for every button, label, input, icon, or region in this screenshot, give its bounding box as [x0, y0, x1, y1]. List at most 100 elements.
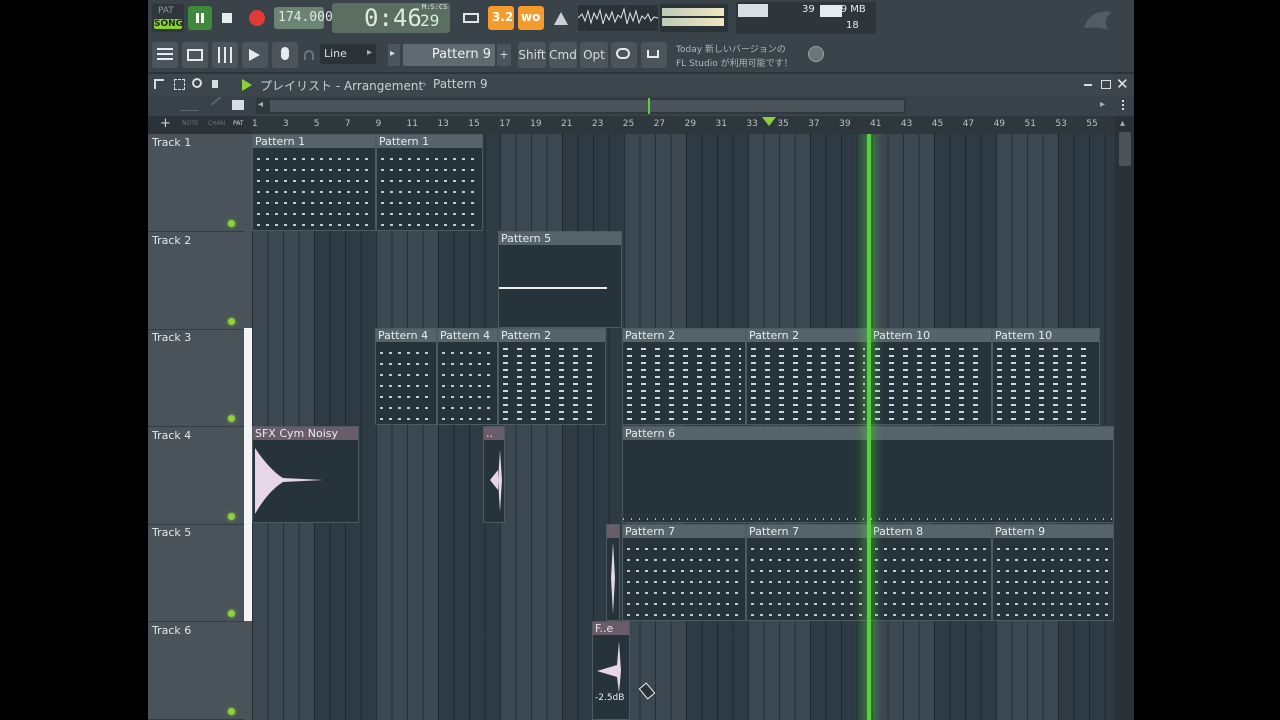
ruler-tick: 7	[344, 119, 351, 129]
close-icon[interactable]: ✕	[1116, 75, 1129, 93]
vertical-scrollbar[interactable]: ▴	[1116, 116, 1134, 720]
timeline-ruler[interactable]: 1 3 5 7 9 11 13 15 17 19 21 23 25 27 29 31 33 35 37 39 41 43 4…	[252, 116, 1114, 135]
countdown-button[interactable]: 3.2	[488, 6, 514, 30]
clip-pattern-5[interactable]: Pattern 5	[498, 231, 622, 328]
track-header[interactable]: Track 6	[148, 622, 244, 720]
pointer-tool-icon[interactable]	[154, 79, 164, 89]
track-header[interactable]: Track 5	[148, 524, 244, 623]
mixer-button[interactable]	[212, 42, 238, 68]
track-header[interactable]: Track 3	[148, 329, 244, 428]
clip-pattern-7[interactable]: Pattern 7	[746, 524, 870, 621]
pattern-selector[interactable]: Pattern 9	[403, 44, 495, 66]
zoom-tool-icon[interactable]	[192, 78, 202, 88]
chevron-left-icon[interactable]: ◂	[258, 99, 263, 110]
playlist-play-icon[interactable]	[242, 79, 252, 91]
track-mute-led[interactable]	[228, 220, 235, 227]
overview-window[interactable]	[270, 100, 904, 112]
clip-audio-fx[interactable]: F..e -2.5dB	[592, 621, 630, 720]
overview-scrollbar[interactable]	[256, 98, 906, 114]
track-mute-led[interactable]	[228, 708, 235, 715]
song-label: SONG	[154, 19, 184, 29]
playlist-button[interactable]	[152, 42, 178, 68]
shift-button[interactable]: Shift	[518, 42, 546, 68]
record-button[interactable]	[244, 6, 270, 30]
clip-pattern-2[interactable]: Pattern 2	[498, 328, 606, 425]
scroll-thumb[interactable]	[1119, 132, 1131, 166]
metronome-button[interactable]	[548, 6, 574, 30]
ruler-tick: 3	[282, 119, 289, 129]
ruler-tick: 35	[777, 119, 789, 129]
typing-keyboard-button[interactable]	[458, 6, 484, 30]
channel-rack-button[interactable]	[182, 42, 208, 68]
plus-icon[interactable]: +	[160, 116, 171, 131]
master-volume-meter[interactable]	[660, 4, 728, 32]
track-header[interactable]: Track 2	[148, 232, 244, 330]
track-mute-led[interactable]	[228, 415, 235, 423]
speaker-icon[interactable]	[212, 80, 218, 88]
clip-pattern-8[interactable]: Pattern 8	[870, 524, 992, 621]
playhead-marker-icon[interactable]	[762, 117, 776, 126]
track-mute-led[interactable]	[228, 512, 235, 520]
clip-notes	[747, 538, 869, 620]
cmd-button[interactable]: Cmd	[549, 42, 577, 68]
clip-pattern-1[interactable]: Pattern 1	[252, 134, 376, 231]
meter-bar-right	[662, 18, 724, 26]
piano-icon[interactable]	[232, 100, 244, 110]
minimize-icon[interactable]	[1084, 84, 1092, 86]
add-pattern-button[interactable]: +	[497, 44, 511, 66]
chevron-right-icon: ▸	[390, 48, 396, 59]
track-header[interactable]: Track 1	[148, 134, 244, 232]
clip-title: Pattern 2	[623, 329, 745, 342]
ruler-tick: 53	[1055, 119, 1067, 129]
wait-input-button[interactable]: wo	[518, 6, 544, 30]
pencil-icon[interactable]	[210, 96, 222, 106]
clip-pattern-7[interactable]: Pattern 7	[622, 524, 746, 621]
magnet-icon[interactable]	[304, 50, 314, 60]
clip-pattern-10[interactable]: Pattern 10	[992, 328, 1100, 425]
clip-pattern-4[interactable]: Pattern 4	[437, 328, 498, 425]
chevron-up-icon[interactable]: ▴	[1120, 118, 1125, 129]
track-name: Track 6	[152, 624, 192, 637]
news-panel[interactable]: Today 新しいバージョンの FL Studio が利用可能です！	[672, 40, 826, 70]
clip-pattern-10[interactable]: Pattern 10	[870, 328, 992, 425]
time-main: 0:46	[364, 4, 422, 32]
track-mute-led[interactable]	[228, 317, 235, 325]
ruler-tick: 21	[561, 119, 573, 129]
snap-mode-select[interactable]: Line ▸	[320, 44, 376, 64]
chevron-right-icon[interactable]: ▸	[1100, 99, 1105, 110]
ruler-tick: 39	[839, 119, 851, 129]
stop-button[interactable]	[215, 6, 239, 30]
opt-button[interactable]: Opt	[580, 42, 608, 68]
recording-button[interactable]	[272, 42, 298, 68]
stop-icon	[222, 13, 232, 23]
clip-title	[607, 525, 619, 538]
note-mode[interactable]	[180, 102, 198, 111]
pat-song-switch[interactable]: PAT SONG	[152, 4, 184, 32]
browser-button[interactable]	[242, 42, 268, 68]
clip-pattern-1[interactable]: Pattern 1	[376, 134, 483, 231]
ruler-tick: 43	[900, 119, 913, 129]
tempo-display[interactable]: 174.000	[274, 7, 333, 29]
clip-sfx-cym-noisy[interactable]: SFX Cym Noisy	[252, 426, 359, 523]
track-header[interactable]: Track 4	[148, 427, 244, 525]
audio-waveform: -2.5dB	[593, 635, 629, 719]
pattern-prev-button[interactable]: ▸	[388, 44, 400, 66]
hint-button[interactable]	[611, 42, 637, 68]
arrow-right-icon	[249, 49, 260, 61]
clip-pattern-9[interactable]: Pattern 9	[992, 524, 1114, 621]
select-tool-icon[interactable]	[174, 79, 185, 90]
shop-button[interactable]	[641, 42, 667, 68]
time-display[interactable]: 0:46 29 M:S:CS	[332, 3, 450, 33]
clip-audio-short[interactable]: ..	[483, 426, 505, 523]
maximize-icon[interactable]	[1101, 80, 1111, 89]
play-button[interactable]	[188, 6, 212, 30]
track-mute-led[interactable]	[228, 610, 235, 618]
clip-pattern-2[interactable]: Pattern 2	[622, 328, 746, 425]
clip-audio-riser[interactable]	[606, 524, 620, 621]
memory-value: 319 MB	[828, 4, 866, 15]
clip-pattern-2[interactable]: Pattern 2	[746, 328, 870, 425]
menu-icon[interactable]	[1122, 100, 1124, 102]
audio-waveform	[607, 538, 619, 620]
playlist-grid[interactable]: Pattern 1 Pattern 1 Pattern 5 Pattern 4 …	[252, 134, 1114, 720]
clip-pattern-4[interactable]: Pattern 4	[375, 328, 437, 425]
